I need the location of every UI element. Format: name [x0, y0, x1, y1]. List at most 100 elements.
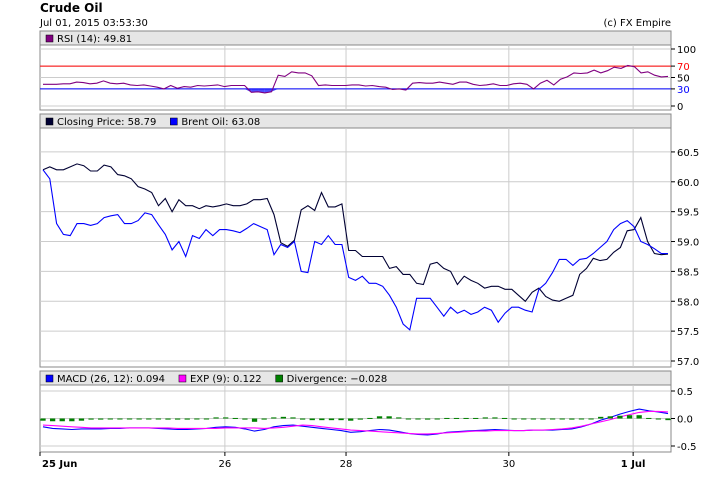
panel-price: 60.5 60.0 59.5 59.0 58.5 58.0 57.5 57.0 Closing …	[39, 113, 699, 368]
divergence-bar	[117, 418, 123, 420]
chart-copyright: (c) FX Empire	[604, 18, 672, 29]
y-tick-label: 57.0	[677, 357, 699, 368]
y-tick-label: 70	[677, 62, 690, 73]
legend-swatch	[45, 374, 54, 383]
divergence-bar	[280, 416, 287, 419]
divergence-bar	[165, 418, 171, 420]
divergence-bar	[40, 418, 46, 421]
divergence-bar	[203, 418, 210, 420]
divergence-bar	[578, 418, 585, 420]
divergence-bar	[376, 416, 383, 419]
divergence-bar	[174, 418, 181, 420]
y-tick-label: 0.5	[677, 387, 693, 398]
divergence-bar	[367, 417, 373, 419]
divergence-bar	[453, 417, 460, 419]
divergence-bar	[69, 418, 75, 422]
legend-label: Closing Price: 58.79	[57, 117, 156, 128]
divergence-bar	[530, 418, 537, 420]
divergence-bar	[559, 418, 565, 420]
divergence-bar	[49, 418, 56, 422]
y-tick-label: 0.0	[677, 415, 693, 426]
divergence-bar	[59, 418, 65, 422]
legend-swatch	[275, 374, 283, 383]
divergence-bar	[482, 417, 488, 419]
x-tick-label: 25 Jun	[42, 459, 77, 470]
panel-rsi: 100 705030 0 RSI (14): 49.81	[39, 30, 696, 113]
divergence-bar	[184, 418, 190, 420]
divergence-bar	[636, 415, 642, 419]
y-tick-label: 59.5	[677, 208, 699, 219]
divergence-bar	[232, 417, 238, 419]
divergence-bar	[607, 416, 613, 419]
divergence-bar	[511, 418, 517, 420]
divergence-bar	[223, 417, 229, 419]
divergence-bar	[290, 417, 296, 419]
chart-timestamp: Jul 01, 2015 03:53:30	[39, 18, 148, 29]
divergence-bar	[338, 418, 344, 421]
divergence-bar	[146, 418, 152, 420]
divergence-bar	[569, 418, 575, 420]
divergence-bar	[136, 418, 142, 420]
y-tick-label: 0	[677, 102, 683, 113]
legend-swatch	[45, 34, 54, 43]
x-tick-label: 26	[219, 459, 232, 470]
divergence-bar	[213, 417, 219, 419]
y-tick-label: 57.5	[677, 327, 699, 338]
x-tick-label: 30	[502, 459, 515, 470]
divergence-bar	[444, 417, 450, 419]
divergence-bar	[521, 418, 527, 420]
y-tick-label: 58.5	[677, 267, 699, 278]
x-tick-label: 28	[340, 459, 353, 470]
divergence-bar	[617, 415, 623, 419]
divergence-bar	[463, 417, 469, 419]
divergence-bar	[549, 418, 556, 420]
divergence-bar	[655, 418, 662, 420]
y-tick-label: 58.0	[677, 297, 699, 308]
legend-label: Divergence: −0.028	[287, 374, 388, 385]
y-tick-label: -0.5	[677, 442, 697, 453]
divergence-bar	[386, 416, 392, 419]
chart-title: Crude Oil	[40, 1, 103, 15]
x-tick-label: 1 Jul	[621, 459, 646, 470]
divergence-bar	[357, 418, 363, 420]
divergence-bar	[626, 415, 633, 419]
legend-swatch	[178, 374, 187, 383]
divergence-bar	[98, 418, 104, 420]
divergence-bar	[424, 418, 431, 420]
divergence-bar	[88, 418, 94, 420]
divergence-bar	[396, 417, 402, 419]
divergence-bar	[328, 418, 335, 421]
divergence-bar	[646, 417, 652, 419]
divergence-bar	[665, 418, 671, 421]
divergence-bar	[598, 416, 604, 419]
divergence-bar	[473, 417, 479, 419]
divergence-bar	[107, 418, 113, 420]
divergence-bar	[492, 417, 498, 419]
divergence-bar	[405, 418, 412, 420]
divergence-bar	[540, 418, 546, 420]
legend-swatch	[170, 117, 178, 126]
crude-oil-chart: Crude Oil Jul 01, 2015 03:53:30 (c) FX E…	[39, 1, 699, 470]
divergence-bar	[348, 418, 354, 421]
legend-label: EXP (9): 0.122	[190, 374, 262, 385]
legend-label: MACD (26, 12): 0.094	[57, 374, 165, 385]
divergence-bar	[242, 418, 248, 420]
divergence-bar	[501, 417, 508, 419]
divergence-bar	[155, 418, 162, 420]
divergence-bar	[434, 418, 440, 420]
divergence-bar	[194, 418, 200, 420]
divergence-bar	[588, 418, 594, 420]
legend-label: Brent Oil: 63.08	[181, 117, 260, 128]
panel-macd: 0.5 0.0 -0.5 MACD (26, 12): 0.094 EXP (9): 0…	[39, 370, 697, 453]
y-tick-label: 59.0	[677, 238, 699, 249]
divergence-bar	[78, 418, 85, 421]
divergence-bar	[299, 418, 306, 420]
divergence-bar	[415, 418, 421, 420]
panel-header	[40, 31, 671, 46]
legend-swatch	[45, 117, 54, 126]
legend-label: RSI (14): 49.81	[57, 34, 132, 45]
y-tick-label: 100	[677, 45, 696, 56]
divergence-bar	[271, 417, 277, 419]
divergence-bar	[261, 418, 267, 420]
divergence-bar	[251, 418, 258, 422]
